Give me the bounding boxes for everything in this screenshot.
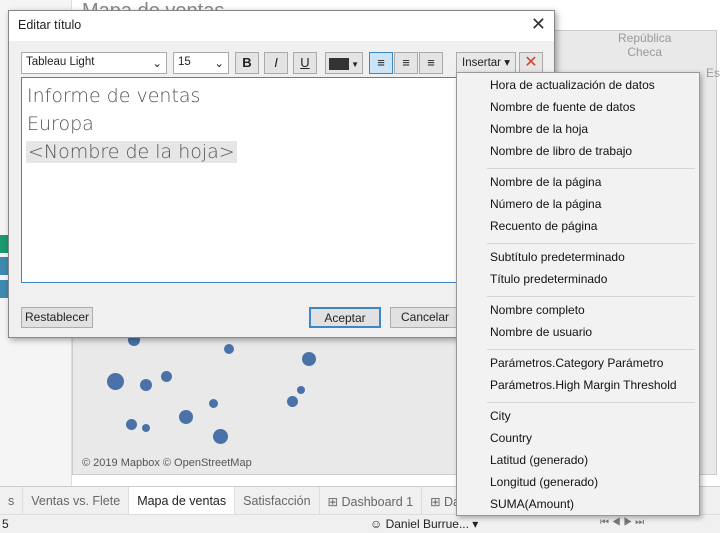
menu-item[interactable]: SUMA(Amount) — [490, 497, 574, 511]
map-point[interactable] — [179, 410, 193, 424]
bold-button[interactable]: B — [235, 52, 259, 74]
color-picker[interactable]: ▼ — [325, 52, 363, 74]
clear-icon[interactable]: ✕ — [519, 52, 543, 74]
cancel-button[interactable]: Cancelar — [390, 307, 460, 328]
filter-button[interactable] — [0, 257, 8, 275]
chevron-down-icon: ⌄ — [214, 58, 224, 70]
filter-button[interactable] — [0, 280, 8, 298]
menu-item[interactable]: City — [490, 409, 511, 423]
menu-separator — [487, 402, 695, 403]
title-line: Europa — [27, 113, 94, 135]
map-point[interactable] — [287, 396, 298, 407]
close-icon[interactable]: ✕ — [531, 14, 546, 35]
filter-button[interactable] — [0, 235, 8, 253]
status-count: 5 — [2, 517, 9, 531]
map-label: República Checa — [618, 31, 672, 59]
map-point[interactable] — [209, 399, 218, 408]
dashboard-icon: ⊞ — [327, 495, 342, 509]
menu-item[interactable]: Longitud (generado) — [490, 475, 598, 489]
menu-item[interactable]: Subtítulo predeterminado — [490, 250, 625, 264]
tab-mapa-de-ventas[interactable]: Mapa de ventas — [129, 487, 236, 514]
tab-sheet[interactable]: s — [0, 487, 24, 514]
dialog-title: Editar título — [9, 11, 554, 41]
map-label: Es — [706, 66, 720, 80]
menu-item[interactable]: Título predeterminado — [490, 272, 607, 286]
menu-item[interactable]: Nombre completo — [490, 303, 585, 317]
map-attribution: © 2019 Mapbox © OpenStreetMap — [82, 457, 252, 469]
map-point[interactable] — [142, 424, 150, 432]
map-point[interactable] — [140, 379, 152, 391]
menu-separator — [487, 349, 695, 350]
map-point[interactable] — [302, 352, 316, 366]
italic-button[interactable]: I — [264, 52, 288, 74]
map-point[interactable] — [297, 386, 305, 394]
map-point[interactable] — [213, 429, 228, 444]
chevron-down-icon: ⌄ — [152, 58, 162, 70]
underline-button[interactable]: U — [293, 52, 317, 74]
font-select[interactable]: Tableau Light ⌄ — [21, 52, 167, 74]
align-right-icon[interactable]: ≡ — [419, 52, 443, 74]
size-select[interactable]: 15 ⌄ — [173, 52, 229, 74]
sheet-navigation-icon[interactable]: ⏮ ◀ ▶ ⏭ — [600, 517, 644, 528]
menu-item[interactable]: Número de la página — [490, 197, 601, 211]
map-point[interactable] — [161, 371, 172, 382]
insert-button[interactable]: Insertar ▾ — [456, 52, 516, 74]
menu-item[interactable]: Nombre de usuario — [490, 325, 592, 339]
title-line: Informe de ventas — [27, 85, 201, 107]
menu-item[interactable]: Nombre de fuente de datos — [490, 100, 635, 114]
tab-ventas-vs-flete[interactable]: Ventas vs. Flete — [23, 487, 130, 514]
menu-separator — [487, 168, 695, 169]
menu-item[interactable]: Latitud (generado) — [490, 453, 588, 467]
menu-item[interactable]: Nombre de la página — [490, 175, 601, 189]
tab-satisfaccion[interactable]: Satisfacción — [235, 487, 320, 514]
sheet-name-field[interactable]: <Nombre de la hoja> — [26, 141, 237, 163]
insert-menu: Hora de actualización de datos Nombre de … — [456, 72, 700, 516]
menu-item[interactable]: Recuento de página — [490, 219, 597, 233]
dashboard-icon: ⊞ — [430, 495, 445, 509]
menu-item[interactable]: Nombre de libro de trabajo — [490, 144, 632, 158]
map-point[interactable] — [107, 373, 124, 390]
status-bar: 5 ☺ Daniel Burrue... ▾ ⏮ ◀ ▶ ⏭ — [0, 514, 720, 533]
reset-button[interactable]: Restablecer — [21, 307, 93, 328]
menu-item[interactable]: Nombre de la hoja — [490, 122, 588, 136]
menu-separator — [487, 296, 695, 297]
menu-item[interactable]: Parámetros.High Margin Threshold — [490, 378, 677, 392]
menu-item[interactable]: Country — [490, 431, 532, 445]
tab-dashboard-1[interactable]: ⊞ Dashboard 1 — [320, 487, 423, 514]
menu-item[interactable]: Parámetros.Category Parámetro — [490, 356, 663, 370]
map-point[interactable] — [126, 419, 137, 430]
map-point[interactable] — [224, 344, 234, 354]
menu-item[interactable]: Hora de actualización de datos — [490, 78, 655, 92]
menu-separator — [487, 243, 695, 244]
align-center-icon[interactable]: ≡ — [394, 52, 418, 74]
user-menu[interactable]: ☺ Daniel Burrue... ▾ — [370, 517, 478, 531]
user-icon: ☺ — [370, 517, 386, 531]
align-left-icon[interactable]: ≡ — [369, 52, 393, 74]
title-editor[interactable]: Informe de ventas Europa <Nombre de la h… — [21, 77, 461, 283]
ok-button[interactable]: Aceptar — [309, 307, 381, 328]
